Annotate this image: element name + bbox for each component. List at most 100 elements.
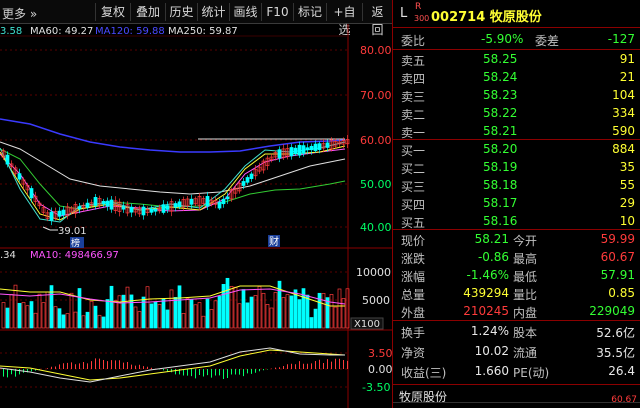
macd-tick-neg: -3.50 xyxy=(362,381,390,394)
volume-bar xyxy=(157,303,162,329)
fundamental-label: 股本 xyxy=(513,326,538,340)
level-l-badge: L xyxy=(400,6,408,21)
fundamental-label: 收益(三) xyxy=(401,366,447,380)
buy-1-volume: 884 xyxy=(612,142,635,156)
volume-bar xyxy=(277,280,282,329)
index-300-badge: 300 xyxy=(414,14,430,23)
volume-bar xyxy=(297,299,302,329)
volume-bar xyxy=(313,308,318,329)
volume-bar xyxy=(93,305,98,329)
fuquan-button[interactable]: 复权 xyxy=(95,3,130,21)
fundamental-label: 净资 xyxy=(401,346,426,360)
macd-dea-line xyxy=(0,349,346,381)
buy-5-row[interactable]: 买五 58.16 10 xyxy=(393,212,640,230)
volume-bar xyxy=(289,295,294,329)
volume-bar xyxy=(73,311,78,329)
volume-bar xyxy=(177,285,182,329)
volume-bar xyxy=(341,298,346,329)
panel-separator xyxy=(393,320,640,321)
volume-bar xyxy=(69,292,74,329)
f10-button[interactable]: F10 xyxy=(261,3,293,21)
ma120-legend: MA120: 59.88 xyxy=(95,26,165,37)
ma20-line xyxy=(0,148,346,217)
overlay-button[interactable]: 叠加 xyxy=(130,3,165,21)
mini-chart-panel[interactable]: 牧原股份 60.67 xyxy=(393,384,640,408)
sell-2-row[interactable]: 卖二 58.22 334 xyxy=(393,104,640,122)
add-watchlist-button[interactable]: +自选 xyxy=(326,3,362,37)
stat-label: 外盘 xyxy=(401,306,426,320)
volume-bar xyxy=(53,306,58,329)
buy-3-row[interactable]: 买三 58.18 55 xyxy=(393,176,640,194)
volume-bar xyxy=(61,314,66,329)
stat-row: 涨幅 -1.46% 最低 57.91 xyxy=(393,266,640,284)
buy-2-price: 58.19 xyxy=(483,160,518,174)
sell-5-price: 58.25 xyxy=(483,52,518,66)
buy-3-label: 买三 xyxy=(401,180,426,194)
volume-bar xyxy=(117,295,122,329)
kline-chart-area[interactable]: 3.58 MA60: 49.27 MA120: 59.88 MA250: 59.… xyxy=(0,24,393,408)
volume-bar xyxy=(133,306,138,329)
cai-marker[interactable]: 财 xyxy=(269,235,279,248)
volume-bar xyxy=(161,298,166,329)
sell-5-row[interactable]: 卖五 58.25 91 xyxy=(393,50,640,68)
fundamental-value: 26.4 xyxy=(608,364,635,378)
volume-bar xyxy=(209,309,214,329)
buy-3-price: 58.18 xyxy=(483,178,518,192)
volume-bar xyxy=(1,302,6,329)
stock-code-name[interactable]: 002714 牧原股份 xyxy=(431,6,542,25)
history-button[interactable]: 历史 xyxy=(165,3,197,21)
sell-3-row[interactable]: 卖三 58.23 104 xyxy=(393,86,640,104)
volume-bar xyxy=(25,305,30,329)
stat-label: 现价 xyxy=(401,234,426,248)
volume-bar xyxy=(181,313,186,329)
price-tick-70: 70.00 xyxy=(360,89,392,102)
weibi-label: 委比 xyxy=(401,34,426,48)
back-button[interactable]: 返回 xyxy=(362,3,392,37)
low-price-marker: 39.01 xyxy=(58,226,87,237)
macd-tick-pos: 3.50 xyxy=(368,347,392,360)
sell-1-row[interactable]: 卖一 58.21 590 xyxy=(393,122,640,140)
mini-chart-value: 60.67 xyxy=(611,395,637,405)
stat-value: 58.21 xyxy=(474,232,509,246)
sell-4-row[interactable]: 卖四 58.24 21 xyxy=(393,68,640,86)
buy-1-row[interactable]: 买一 58.20 884 xyxy=(393,140,640,158)
buy-2-row[interactable]: 买二 58.19 35 xyxy=(393,158,640,176)
stat-value: 0.85 xyxy=(608,286,635,300)
price-tick-40: 40.00 xyxy=(360,221,392,234)
buy-4-row[interactable]: 买四 58.17 29 xyxy=(393,194,640,212)
stat-value: 59.99 xyxy=(600,232,635,246)
volume-bar xyxy=(85,311,90,329)
volume-bar xyxy=(113,300,118,329)
volume-bar xyxy=(233,286,238,329)
buy-1-label: 买一 xyxy=(401,144,426,158)
volume-bar xyxy=(125,286,130,329)
fundamental-row: 收益(三) 1.660 PE(动) 26.4 xyxy=(393,362,640,380)
fundamental-value: 52.6亿 xyxy=(596,326,635,340)
sell-4-volume: 21 xyxy=(619,70,635,84)
stats-button[interactable]: 统计 xyxy=(197,3,229,21)
stat-row: 总量 439294 量比 0.85 xyxy=(393,284,640,302)
more-button[interactable]: 更多 » xyxy=(2,5,37,22)
stat-label: 最高 xyxy=(513,252,538,266)
draw-line-button[interactable]: 画线 xyxy=(229,3,261,21)
volume-bar xyxy=(329,294,334,329)
volume-bar xyxy=(65,313,70,329)
vol-tick-10000: 10000 xyxy=(356,266,391,279)
stat-value: 210245 xyxy=(463,304,509,318)
volume-bar xyxy=(45,291,50,329)
kline-chart-svg[interactable]: 3.58 MA60: 49.27 MA120: 59.88 MA250: 59.… xyxy=(0,24,393,408)
bang-marker[interactable]: 榜 xyxy=(71,237,80,249)
stat-label: 量比 xyxy=(513,288,538,302)
sell-2-label: 卖二 xyxy=(401,108,426,122)
volume-bar xyxy=(241,289,246,329)
ma-legend-partial: 3.58 xyxy=(0,26,22,37)
stat-row: 涨跌 -0.86 最高 60.67 xyxy=(393,248,640,266)
sell-1-price: 58.21 xyxy=(483,124,518,138)
volume-bar xyxy=(81,315,86,329)
fundamental-value: 1.24% xyxy=(470,324,509,338)
volume-bar xyxy=(265,304,270,329)
volume-bar xyxy=(249,296,254,329)
mark-button[interactable]: 标记 xyxy=(293,3,326,21)
buy-1-price: 58.20 xyxy=(483,142,518,156)
buy-5-volume: 10 xyxy=(619,214,635,228)
